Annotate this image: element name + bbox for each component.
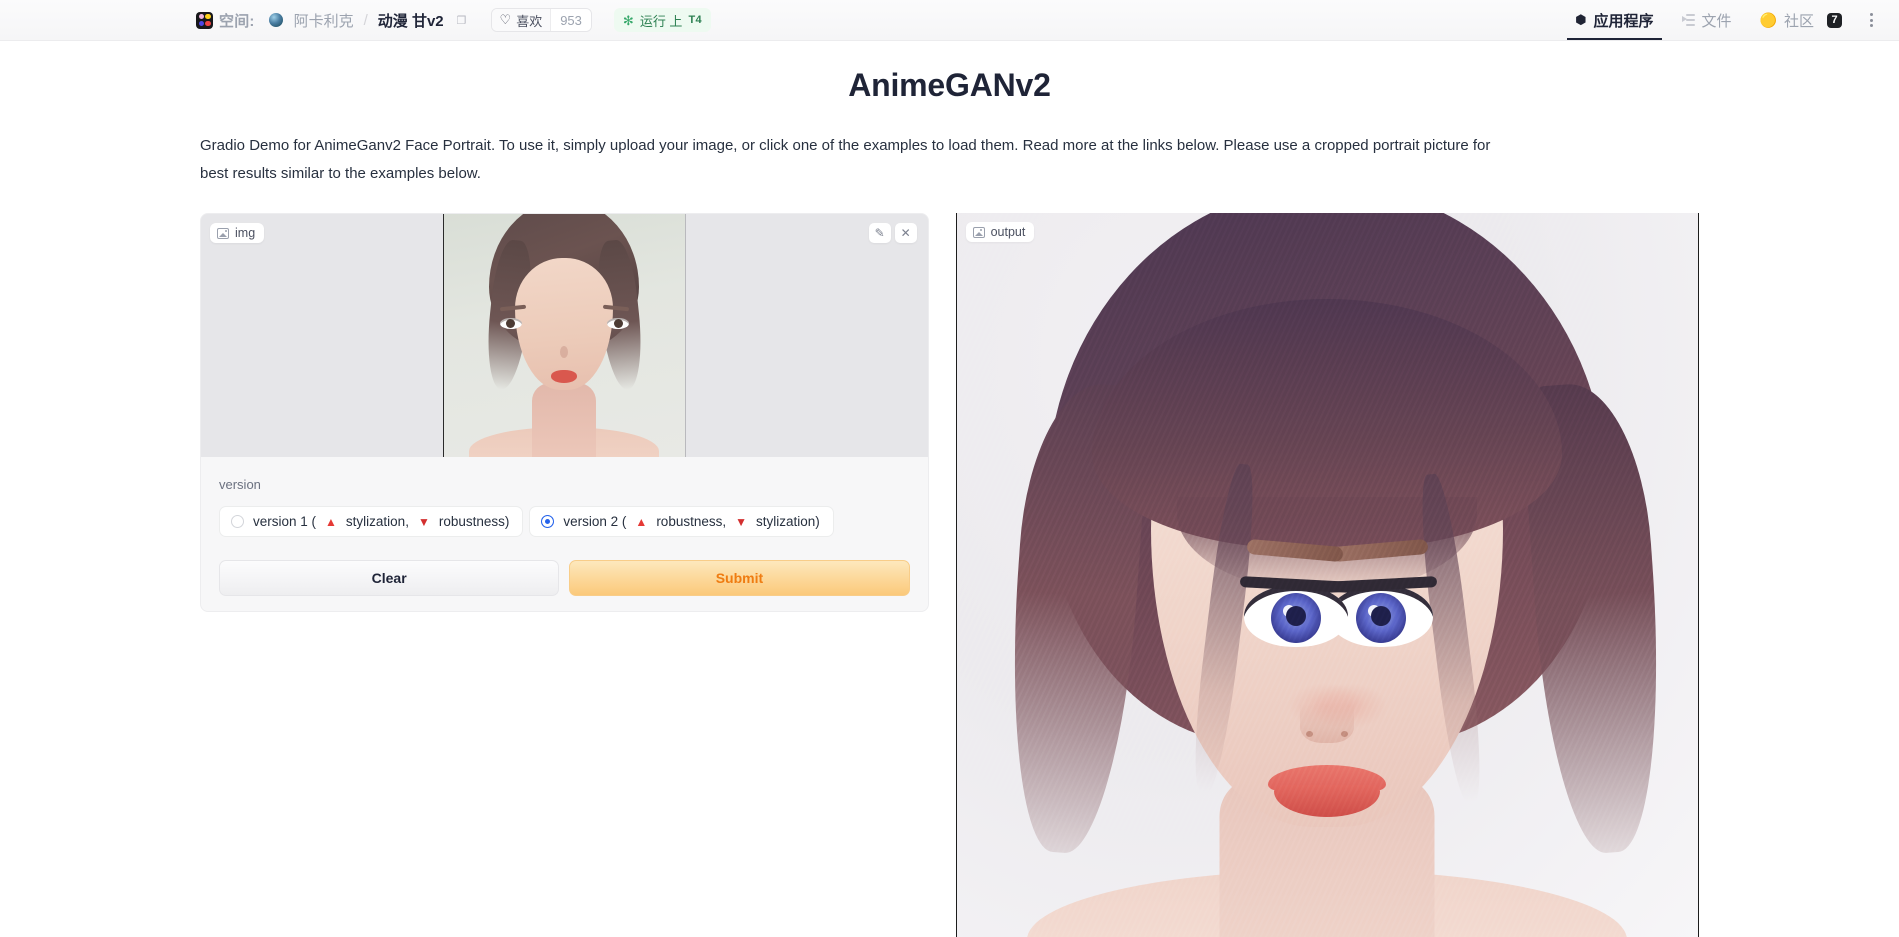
header-nav: ⬢ 应用程序 文件 🟡 社区 7 xyxy=(1561,0,1887,40)
page-description: Gradio Demo for AnimeGanv2 Face Portrait… xyxy=(200,137,1491,182)
action-buttons-row: Clear Submit xyxy=(201,537,928,602)
triangle-up-icon: ▲ xyxy=(635,514,648,529)
tab-community-label: 社区 xyxy=(1783,12,1814,30)
page-title: AnimeGANv2 xyxy=(848,67,1051,103)
output-stage-label: output xyxy=(965,222,1035,242)
owner-avatar xyxy=(268,13,283,27)
breadcrumb-spaces-label: 空间: xyxy=(219,12,255,30)
output-image-stage[interactable]: output xyxy=(955,213,1699,937)
radio-version-1[interactable]: version 1 ( ▲ stylization, ▼ robustness) xyxy=(219,506,524,537)
runtime-hardware-label: T4 xyxy=(688,14,702,26)
radio-version-1-prefix: version 1 ( xyxy=(253,514,317,529)
like-label: 喜欢 xyxy=(516,13,543,29)
input-stage-label-text: img xyxy=(235,226,256,240)
runtime-status-badge[interactable]: ✻ 运行 上 T4 xyxy=(613,8,711,32)
community-emoji-icon: 🟡 xyxy=(1759,11,1777,28)
like-button[interactable]: ♡ 喜欢 xyxy=(491,9,552,31)
input-panel: img ✎ ✕ version version 1 (▲ stylizatio… xyxy=(200,213,929,612)
like-pill: ♡ 喜欢 953 xyxy=(490,8,592,32)
stage-left-padding xyxy=(201,214,443,457)
tab-app[interactable]: ⬢ 应用程序 xyxy=(1561,0,1667,40)
image-icon xyxy=(217,227,229,239)
version-options-row: version 1 ( ▲ stylization, ▼ robustness)… xyxy=(219,506,910,537)
submit-button[interactable]: Submit xyxy=(569,560,910,596)
breadcrumb-separator: / xyxy=(363,11,368,29)
radio-version-1-attr2: robustness) xyxy=(438,514,510,529)
triangle-down-icon: ▼ xyxy=(417,514,430,529)
triangle-down-icon: ▼ xyxy=(735,514,747,529)
output-stage-label-text: output xyxy=(990,225,1026,239)
like-count: 953 xyxy=(551,9,591,31)
header-breadcrumb-group: 空间: 阿卡利克 / 动漫 甘v2 ❐ ♡ 喜欢 953 ✻ 运行 上 T4 xyxy=(196,8,711,32)
stage-right-padding xyxy=(685,214,928,457)
page-body: AnimeGANv2 Gradio Demo for AnimeGanv2 Fa… xyxy=(0,41,1899,937)
image-icon xyxy=(972,226,985,238)
duplicate-space-icon[interactable]: ❐ xyxy=(457,14,467,27)
input-stage-label: img xyxy=(210,223,265,243)
breadcrumb-space-name[interactable]: 动漫 甘v2 xyxy=(378,10,444,31)
input-image-stage[interactable]: img ✎ ✕ xyxy=(201,214,928,457)
breadcrumb-owner-link[interactable]: 阿卡利克 xyxy=(294,10,354,31)
radio-version-2-prefix: version 2 ( xyxy=(563,514,627,529)
more-options-button[interactable] xyxy=(1856,13,1887,27)
version-radio-group: version version 1 ( ▲ stylization, ▼ rob… xyxy=(201,457,928,537)
spaces-logo-icon xyxy=(196,11,213,29)
radio-version-1-attr1: stylization, xyxy=(345,514,409,529)
triangle-up-icon: ▲ xyxy=(325,514,337,529)
tab-files[interactable]: 文件 xyxy=(1668,0,1746,40)
tab-files-label: 文件 xyxy=(1701,12,1732,30)
radio-version-2-attr2: stylization) xyxy=(756,514,820,529)
radio-version-2-dot[interactable] xyxy=(541,515,555,528)
files-icon xyxy=(1681,14,1695,26)
input-image-tools: ✎ ✕ xyxy=(868,223,917,243)
tab-app-label: 应用程序 xyxy=(1593,12,1654,30)
version-group-label: version xyxy=(219,477,261,492)
output-panel: output xyxy=(955,213,1699,937)
edit-image-button[interactable]: ✎ xyxy=(868,223,891,243)
clear-image-button[interactable]: ✕ xyxy=(894,223,917,243)
heart-icon: ♡ xyxy=(499,12,512,27)
radio-version-1-dot[interactable] xyxy=(231,515,244,528)
cube-icon: ⬢ xyxy=(1575,12,1587,27)
runtime-status-label: 运行 上 xyxy=(639,13,683,29)
clear-button[interactable]: Clear xyxy=(219,560,560,596)
running-spinner-icon: ✻ xyxy=(622,12,634,28)
app-header: 空间: 阿卡利克 / 动漫 甘v2 ❐ ♡ 喜欢 953 ✻ 运行 上 T4 ⬢… xyxy=(0,0,1899,41)
community-count-badge: 7 xyxy=(1827,12,1842,28)
tab-community[interactable]: 🟡 社区 7 xyxy=(1746,0,1856,40)
uploaded-photo xyxy=(442,214,686,457)
radio-version-2-attr1: robustness, xyxy=(656,514,727,529)
radio-version-2[interactable]: version 2 ( ▲ robustness, ▼ stylization) xyxy=(529,506,834,537)
gradio-panels: img ✎ ✕ version version 1 (▲ stylizatio… xyxy=(0,213,1899,937)
